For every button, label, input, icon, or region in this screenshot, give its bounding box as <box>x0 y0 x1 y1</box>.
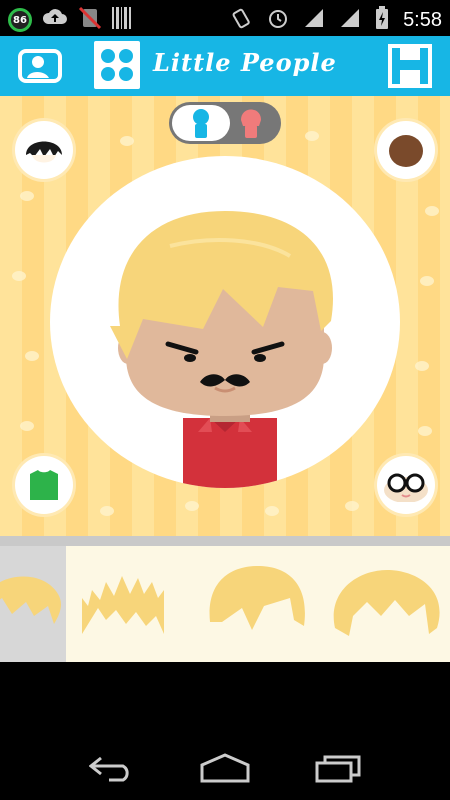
hair-option-1[interactable] <box>0 546 66 662</box>
hair-option-3[interactable] <box>196 546 314 662</box>
female-icon <box>241 109 261 138</box>
home-icon[interactable] <box>195 750 255 786</box>
clothes-button[interactable] <box>15 456 73 514</box>
female-option[interactable] <box>229 105 273 141</box>
shirt-icon <box>30 470 58 500</box>
rotate-icon <box>231 7 253 33</box>
avatar-editor <box>0 96 450 536</box>
status-bar: 86 5:58 <box>0 0 450 36</box>
hair-style-button[interactable] <box>15 121 73 179</box>
glasses-button[interactable] <box>377 456 435 514</box>
signal-icon <box>339 7 361 33</box>
male-option[interactable] <box>172 105 230 141</box>
hair-option-4[interactable] <box>322 546 450 662</box>
gender-toggle[interactable] <box>169 102 281 144</box>
battery-charging-icon <box>375 6 389 34</box>
upload-icon <box>42 8 68 32</box>
hair-options-strip <box>0 546 450 662</box>
black-hair-icon <box>26 141 62 163</box>
skin-color-button[interactable] <box>377 121 435 179</box>
notification-count-badge: 86 <box>8 8 32 32</box>
save-icon[interactable] <box>386 42 434 90</box>
grid-dots-icon[interactable] <box>94 41 140 89</box>
avatar-preview <box>50 156 400 488</box>
hair-option-2[interactable] <box>70 546 188 662</box>
alarm-icon <box>267 7 289 33</box>
navigation-bar <box>0 662 450 800</box>
avatar-shirt <box>183 418 277 488</box>
barcode-icon <box>112 7 132 33</box>
recent-apps-icon[interactable] <box>308 750 368 786</box>
app-title: Little People <box>153 48 337 77</box>
muted-icon <box>78 6 102 34</box>
app-bar: Little People <box>0 36 450 96</box>
back-icon[interactable] <box>82 750 142 786</box>
strip-divider <box>0 536 450 546</box>
clock-time: 5:58 <box>403 8 442 31</box>
skin-tone-icon <box>389 135 423 167</box>
profile-card-icon[interactable] <box>14 44 66 88</box>
glasses-icon <box>384 473 428 502</box>
signal-icon <box>303 7 325 33</box>
male-icon <box>193 109 209 138</box>
